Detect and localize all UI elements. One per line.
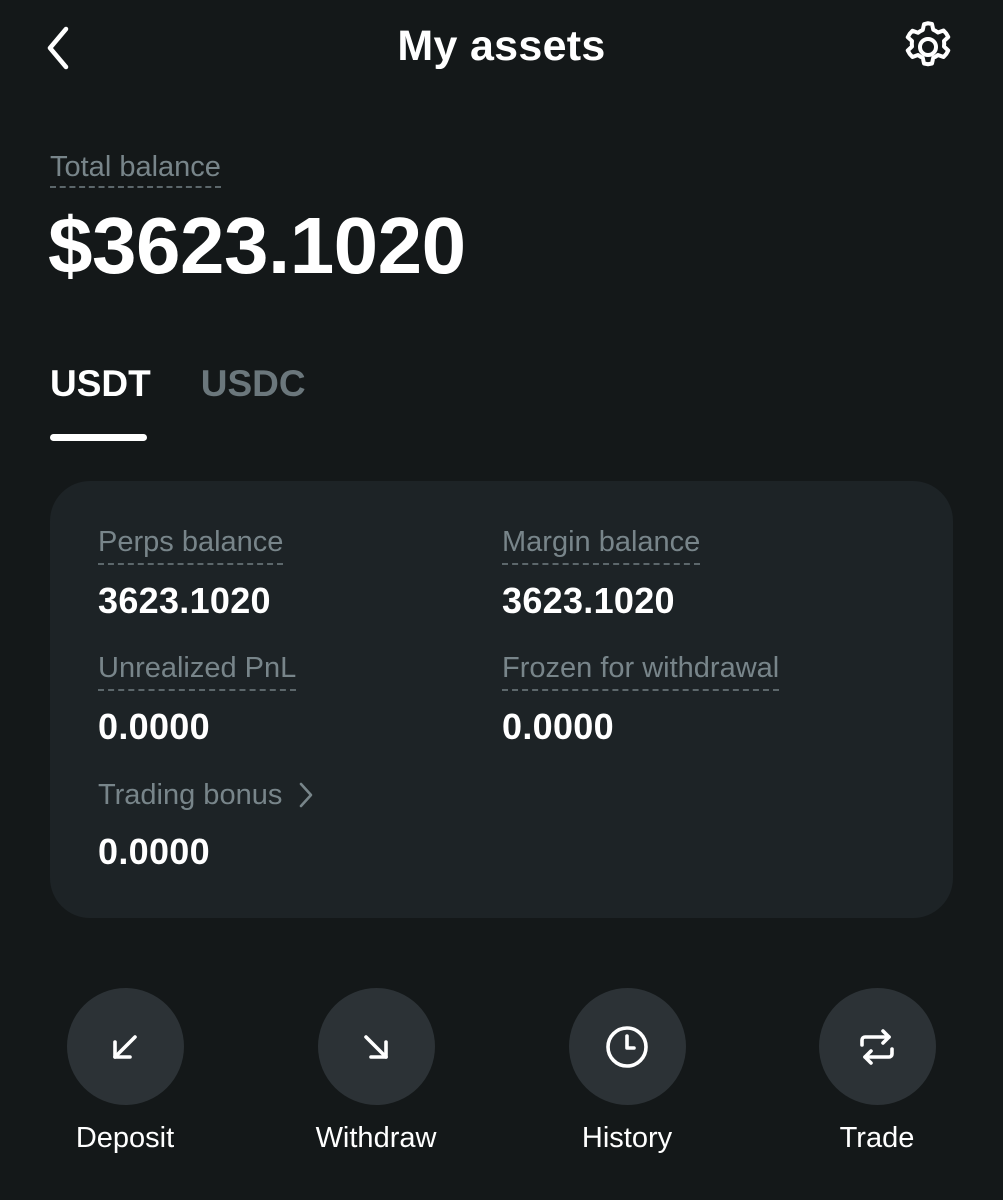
trading-bonus: Trading bonus 0.0000 — [98, 778, 320, 874]
trade-icon-circle — [818, 988, 936, 1105]
deposit-label: Deposit — [75, 1122, 175, 1154]
deposit-icon-circle — [66, 988, 184, 1105]
page-title: My assets — [397, 22, 606, 70]
trading-bonus-link[interactable]: Trading bonus — [98, 778, 320, 816]
withdraw-button[interactable]: Withdraw — [276, 988, 476, 1155]
perps-balance-label[interactable]: Perps balance — [98, 525, 284, 565]
deposit-button[interactable]: Deposit — [25, 988, 225, 1155]
tab-usdc-label: USDC — [200, 363, 306, 404]
total-balance-value: $3623.1020 — [48, 201, 466, 290]
tab-usdc[interactable]: USDC — [201, 360, 306, 444]
history-button[interactable]: History — [527, 988, 727, 1155]
active-tab-indicator — [50, 434, 147, 441]
trade-button[interactable]: Trade — [777, 988, 977, 1155]
margin-balance: Margin balance 3623.1020 — [502, 525, 701, 623]
clock-icon — [606, 1025, 648, 1068]
frozen-for-withdrawal: Frozen for withdrawal 0.0000 — [502, 651, 780, 749]
margin-balance-value: 3623.1020 — [502, 580, 675, 621]
arrow-down-left-icon — [113, 1034, 137, 1059]
margin-balance-label[interactable]: Margin balance — [502, 525, 701, 565]
trade-label: Trade — [839, 1122, 915, 1154]
currency-tabs: USDT USDC — [50, 360, 356, 444]
balance-card: Perps balance 3623.1020 Margin balance 3… — [50, 481, 953, 918]
perps-balance-value: 3623.1020 — [98, 580, 271, 621]
trading-bonus-label: Trading bonus — [98, 779, 283, 811]
gear-icon — [905, 21, 951, 67]
perps-balance: Perps balance 3623.1020 — [98, 525, 284, 623]
chevron-right-icon — [300, 782, 313, 808]
history-icon-circle — [568, 988, 686, 1105]
unrealized-pnl-value: 0.0000 — [98, 706, 210, 747]
frozen-for-withdrawal-label[interactable]: Frozen for withdrawal — [502, 651, 780, 691]
history-label: History — [581, 1122, 673, 1154]
tab-usdt[interactable]: USDT — [50, 360, 151, 444]
withdraw-icon-circle — [317, 988, 435, 1105]
header: My assets — [0, 0, 1003, 100]
unrealized-pnl-label[interactable]: Unrealized PnL — [98, 651, 297, 691]
unrealized-pnl: Unrealized PnL 0.0000 — [98, 651, 297, 749]
arrow-down-right-icon — [364, 1034, 388, 1059]
frozen-for-withdrawal-value: 0.0000 — [502, 706, 614, 747]
tab-usdt-label: USDT — [50, 363, 151, 404]
withdraw-label: Withdraw — [315, 1122, 437, 1154]
trading-bonus-value: 0.0000 — [98, 831, 210, 872]
settings-button[interactable] — [895, 14, 961, 80]
total-balance-label[interactable]: Total balance — [50, 150, 221, 188]
swap-arrows-icon — [860, 1028, 894, 1065]
